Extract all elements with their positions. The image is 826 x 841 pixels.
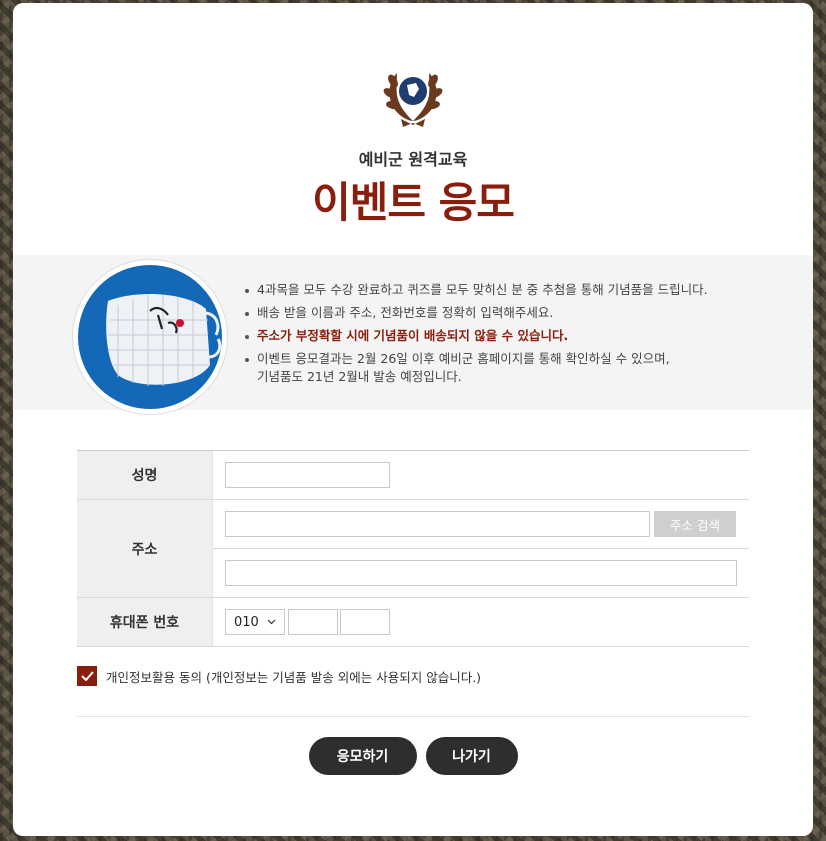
privacy-agreement: 개인정보활용 동의 (개인정보는 기념품 발송 외에는 사용되지 않습니다.) (77, 666, 481, 686)
notice-item: 4과목을 모두 수강 완료하고 퀴즈를 모두 맞히신 분 중 추첨을 통해 기념… (245, 281, 708, 299)
mask-illustration (106, 294, 222, 386)
phone-row: 휴대폰 번호 010 (77, 598, 749, 647)
phone-prefix-value: 010 (234, 614, 259, 630)
submit-button[interactable]: 응모하기 (308, 737, 417, 775)
entry-form: 성명 주소 주소 검색 휴대폰 번호 010 (77, 450, 749, 647)
address-label: 주소 (77, 500, 213, 597)
phone-cell: 010 (213, 598, 749, 646)
page-subtitle: 예비군 원격교육 (358, 150, 468, 169)
info-band: 4과목을 모두 수강 완료하고 퀴즈를 모두 맞히신 분 중 추첨을 통해 기념… (13, 255, 813, 414)
name-input[interactable] (225, 462, 390, 488)
laurel-emblem-icon (383, 73, 443, 127)
name-label: 성명 (77, 451, 213, 499)
page-title: 이벤트 응모 (312, 178, 515, 227)
notice-item: 이벤트 응모결과는 2월 26일 이후 예비군 홈페이지를 통해 확인하실 수 … (245, 350, 708, 386)
notice-item: 배송 받을 이름과 주소, 전화번호를 정확히 입력해주세요. (245, 304, 708, 322)
name-field-line (213, 451, 749, 499)
address-row: 주소 주소 검색 (77, 500, 749, 598)
checkmark-icon (80, 671, 94, 681)
name-cell (213, 451, 749, 499)
chevron-down-icon (267, 619, 276, 625)
mask-gift-icon (73, 260, 227, 414)
phone-middle-input[interactable] (288, 609, 338, 635)
notice-warning: 주소가 부정확할 시에 기념품이 배송되지 않을 수 있습니다. (245, 327, 708, 345)
name-row: 성명 (77, 451, 749, 500)
action-buttons: 응모하기 나가기 (13, 737, 813, 775)
address-detail-line (213, 548, 749, 597)
notice-text: 이벤트 응모결과는 2월 26일 이후 예비군 홈페이지를 통해 확인하실 수 … (257, 351, 670, 366)
exit-button[interactable]: 나가기 (425, 737, 518, 775)
divider (77, 716, 749, 717)
phone-last-input[interactable] (340, 609, 390, 635)
address-search-button[interactable]: 주소 검색 (654, 511, 736, 537)
privacy-label: 개인정보활용 동의 (개인정보는 기념품 발송 외에는 사용되지 않습니다.) (106, 669, 482, 685)
address-detail-input[interactable] (225, 560, 737, 586)
address-cell: 주소 검색 (213, 500, 749, 597)
privacy-checkbox[interactable] (77, 666, 97, 686)
phone-field-line: 010 (213, 598, 749, 646)
address-field-line: 주소 검색 (213, 500, 749, 548)
phone-prefix-select[interactable]: 010 (225, 609, 285, 635)
notice-text: 기념품도 21년 2월내 발송 예정입니다. (257, 369, 462, 384)
address-input[interactable] (225, 511, 650, 537)
phone-label: 휴대폰 번호 (77, 598, 213, 646)
notice-list: 4과목을 모두 수강 완료하고 퀴즈를 모두 맞히신 분 중 추첨을 통해 기념… (245, 281, 708, 386)
event-modal: 예비군 원격교육 이벤트 응모 4과목을 모두 수강 완료하고 퀴즈를 모두 맞… (13, 3, 813, 836)
